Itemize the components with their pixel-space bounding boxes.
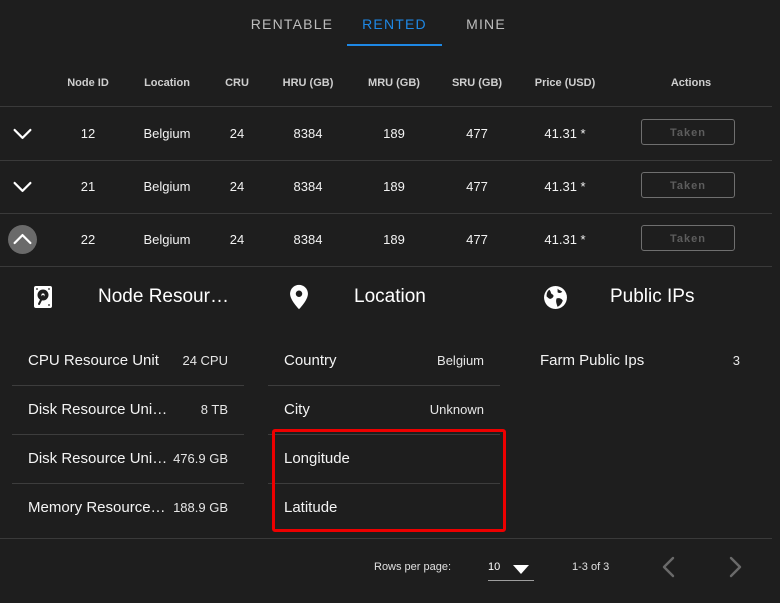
detail-label: Country	[284, 352, 337, 369]
detail-item: Disk Resource Uni… 476.9 GB	[12, 434, 244, 484]
column-header-cru[interactable]: CRU	[216, 62, 258, 106]
cell-node-id: 12	[80, 126, 96, 141]
column-header-sru[interactable]: SRU (GB)	[443, 62, 511, 106]
detail-item: City Unknown	[268, 385, 500, 435]
detail-label: City	[284, 401, 310, 418]
active-tab-indicator	[347, 44, 442, 46]
cell-price: 41.31 *	[544, 126, 586, 141]
detail-item: Country Belgium	[268, 336, 500, 386]
detail-item: Farm Public Ips 3	[524, 336, 756, 385]
taken-button[interactable]: Taken	[641, 119, 735, 145]
rows-per-page-select[interactable]: 10	[488, 555, 534, 581]
detail-value: 3	[732, 353, 740, 368]
map-marker-icon	[290, 284, 308, 310]
cell-node-id: 21	[80, 179, 96, 194]
expand-row-button[interactable]	[8, 172, 37, 201]
detail-value: Belgium	[437, 353, 484, 368]
detail-value: 188.9 GB	[173, 500, 228, 515]
tab-rented[interactable]: RENTED	[347, 0, 442, 46]
column-header-hru[interactable]: HRU (GB)	[272, 62, 344, 106]
cell-hru: 8384	[293, 179, 323, 194]
taken-button[interactable]: Taken	[641, 225, 735, 251]
table-row[interactable]: 21 Belgium 24 8384 189 477 41.31 * Taken	[0, 160, 772, 214]
cell-hru: 8384	[293, 126, 323, 141]
column-header-location[interactable]: Location	[132, 62, 202, 106]
taken-button[interactable]: Taken	[641, 172, 735, 198]
detail-value: 24 CPU	[182, 353, 228, 368]
detail-label: CPU Resource Unit	[28, 352, 159, 369]
chevron-up-icon	[13, 233, 32, 245]
detail-item: CPU Resource Unit 24 CPU	[12, 336, 244, 386]
previous-page-button[interactable]	[654, 552, 684, 582]
section-title-public-ips: Public IPs	[610, 286, 695, 307]
detail-value: 8 TB	[200, 402, 228, 417]
detail-label: Disk Resource Unit (H…	[28, 401, 168, 418]
tab-rentable[interactable]: RENTABLE	[248, 0, 336, 46]
cell-mru: 189	[383, 126, 405, 141]
section-title-node-resources: Node Resour…	[98, 286, 229, 307]
column-header-node-id[interactable]: Node ID	[58, 62, 118, 106]
rows-per-page-label: Rows per page:	[374, 561, 452, 573]
table-row[interactable]: 22 Belgium 24 8384 189 477 41.31 * Taken	[0, 213, 772, 267]
page-range-info: 1-3 of 3	[572, 561, 610, 573]
globe-icon	[544, 286, 567, 309]
tab-mine[interactable]: MINE	[456, 0, 516, 46]
cell-location: Belgium	[143, 179, 191, 194]
cell-mru: 189	[383, 232, 405, 247]
cell-cru: 24	[229, 126, 245, 141]
chevron-down-icon	[13, 181, 32, 193]
collapse-row-button[interactable]	[8, 225, 37, 254]
detail-item: Memory Resource… 188.9 GB	[12, 483, 244, 532]
cell-mru: 189	[383, 179, 405, 194]
cell-sru: 477	[466, 232, 488, 247]
detail-value: Unknown	[429, 402, 484, 417]
cell-hru: 8384	[293, 232, 323, 247]
next-page-button[interactable]	[720, 552, 750, 582]
cell-price: 41.31 *	[544, 232, 586, 247]
chevron-right-icon	[729, 556, 742, 578]
table-footer: Rows per page: 10 1-3 of 3	[0, 539, 780, 603]
cell-location: Belgium	[143, 126, 191, 141]
cell-sru: 477	[466, 179, 488, 194]
chevron-left-icon	[662, 556, 675, 578]
cell-location: Belgium	[143, 232, 191, 247]
column-header-actions: Actions	[670, 77, 712, 89]
cell-sru: 477	[466, 126, 488, 141]
section-title-location: Location	[354, 286, 426, 307]
expand-row-button[interactable]	[8, 119, 37, 148]
table-header: Node ID Location CRU HRU (GB) MRU (GB) S…	[0, 62, 772, 107]
rows-per-page-value: 10	[488, 561, 501, 573]
detail-label: Farm Public Ips	[540, 352, 645, 369]
cell-cru: 24	[229, 179, 245, 194]
detail-item: Disk Resource Unit (H… 8 TB	[12, 385, 244, 435]
harddisk-icon	[34, 286, 52, 308]
column-header-mru[interactable]: MRU (GB)	[358, 62, 430, 106]
detail-value: 476.9 GB	[173, 451, 228, 466]
detail-label: Disk Resource Uni…	[28, 450, 168, 467]
table-row[interactable]: 12 Belgium 24 8384 189 477 41.31 * Taken	[0, 107, 772, 161]
cell-node-id: 22	[80, 232, 96, 247]
cell-cru: 24	[229, 232, 245, 247]
chevron-down-icon	[13, 128, 32, 140]
tab-bar: RENTABLE RENTED MINE	[0, 0, 780, 46]
column-header-price[interactable]: Price (USD)	[525, 62, 605, 106]
caret-down-icon	[513, 565, 529, 574]
highlight-box	[272, 429, 506, 532]
cell-price: 41.31 *	[544, 179, 586, 194]
detail-label: Memory Resource…	[28, 499, 166, 516]
